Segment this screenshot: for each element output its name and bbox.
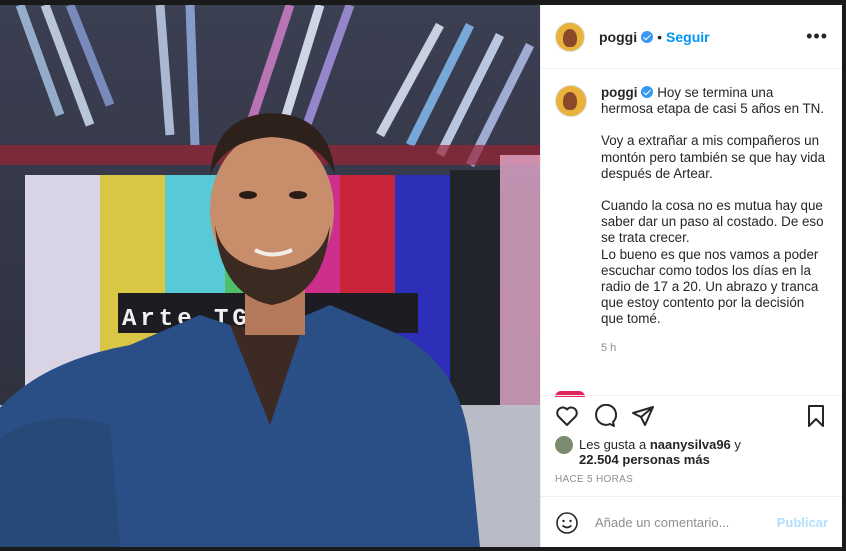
verified-icon <box>641 30 654 43</box>
caption-paragraph-1: poggi Hoy se termina una hermosa etapa d… <box>601 85 827 117</box>
comment-icon[interactable] <box>593 404 617 428</box>
post-sidebar: poggi • Seguir ••• poggi Hoy se termina … <box>540 5 842 547</box>
author-username[interactable]: poggi <box>599 29 637 45</box>
author-avatar[interactable] <box>555 21 585 52</box>
likes-connector: y <box>734 437 741 452</box>
emoji-icon[interactable] <box>555 511 579 535</box>
caption-time: 5 h <box>601 341 617 354</box>
comment-input[interactable] <box>593 514 777 531</box>
likes-count[interactable]: 22.504 personas más <box>579 452 710 467</box>
publish-button[interactable]: Publicar <box>777 515 828 530</box>
posted-ago[interactable]: HACE 5 HORAS <box>555 474 633 485</box>
caption-body: poggi Hoy se termina una hermosa etapa d… <box>601 85 827 395</box>
caption-paragraph-2: Voy a extrañar a mis compañeros un montó… <box>601 133 826 181</box>
bookmark-icon[interactable] <box>804 404 828 428</box>
caption-paragraph-3: Cuando la cosa no es mutua hay que saber… <box>601 198 824 246</box>
separator-dot: • <box>657 28 663 45</box>
caption-avatar[interactable] <box>555 85 587 117</box>
caption-paragraph-4: Lo bueno es que nos vamos a poder escuch… <box>601 246 819 327</box>
instagram-post: Arte TG 1 poggi • Seguir ••• poggi Hoy s <box>0 5 842 547</box>
likes-summary: Les gusta a naanysilva96 y 22.504 person… <box>555 436 828 467</box>
more-options-icon[interactable]: ••• <box>806 26 828 47</box>
selfie-photo: Arte TG 1 <box>0 5 540 547</box>
follow-button[interactable]: Seguir <box>666 29 710 45</box>
liker-username[interactable]: naanysilva96 <box>650 437 731 452</box>
share-icon[interactable] <box>631 404 655 428</box>
liker-avatar[interactable] <box>555 436 573 454</box>
heart-icon[interactable] <box>555 404 579 428</box>
likes-prefix: Les gusta a <box>579 437 647 452</box>
likes-text: Les gusta a naanysilva96 y 22.504 person… <box>579 437 741 467</box>
post-header: poggi • Seguir ••• <box>541 5 842 69</box>
caption: poggi Hoy se termina una hermosa etapa d… <box>541 69 842 395</box>
verified-icon <box>641 86 654 98</box>
action-bar <box>541 395 842 436</box>
post-image[interactable]: Arte TG 1 <box>0 5 540 547</box>
caption-username[interactable]: poggi <box>601 85 637 100</box>
comment-bar: Publicar <box>541 496 842 548</box>
